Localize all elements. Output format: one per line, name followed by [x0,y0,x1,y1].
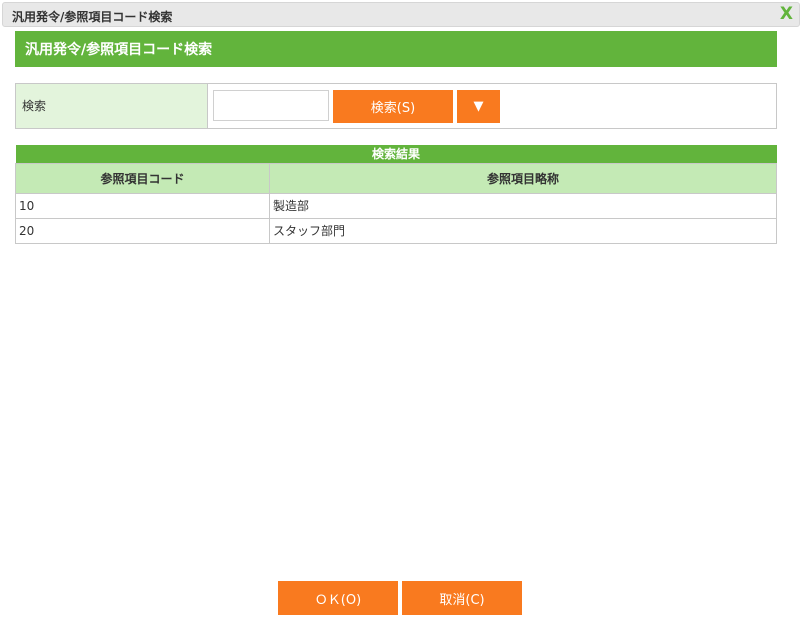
search-label: 検索 [16,84,208,128]
page-title: 汎用発令/参照項目コード検索 [15,31,777,67]
window-title: 汎用発令/参照項目コード検索 [12,10,173,24]
search-panel: 検索 検索(S) ▼ [15,83,777,129]
close-icon[interactable]: X [780,4,793,24]
column-header-name[interactable]: 参照項目略称 [269,162,777,194]
search-input[interactable] [213,90,329,121]
table-row[interactable]: 10 製造部 [15,192,777,219]
column-header-code[interactable]: 参照項目コード [15,162,270,194]
results-table: 検索結果 参照項目コード 参照項目略称 10 製造部 20 スタッフ部門 [15,145,777,244]
ok-button[interactable]: ＯＫ(O) [278,581,398,615]
cancel-button[interactable]: 取消(C) [402,581,522,615]
dropdown-toggle-button[interactable]: ▼ [457,90,500,123]
cell-name[interactable]: スタッフ部門 [269,217,777,244]
table-row[interactable]: 20 スタッフ部門 [15,217,777,244]
search-button[interactable]: 検索(S) [333,90,453,123]
results-caption: 検索結果 [15,145,777,163]
cell-code[interactable]: 20 [15,217,270,244]
cell-code[interactable]: 10 [15,192,270,219]
window-titlebar: 汎用発令/参照項目コード検索 X [2,2,800,27]
cell-name[interactable]: 製造部 [269,192,777,219]
